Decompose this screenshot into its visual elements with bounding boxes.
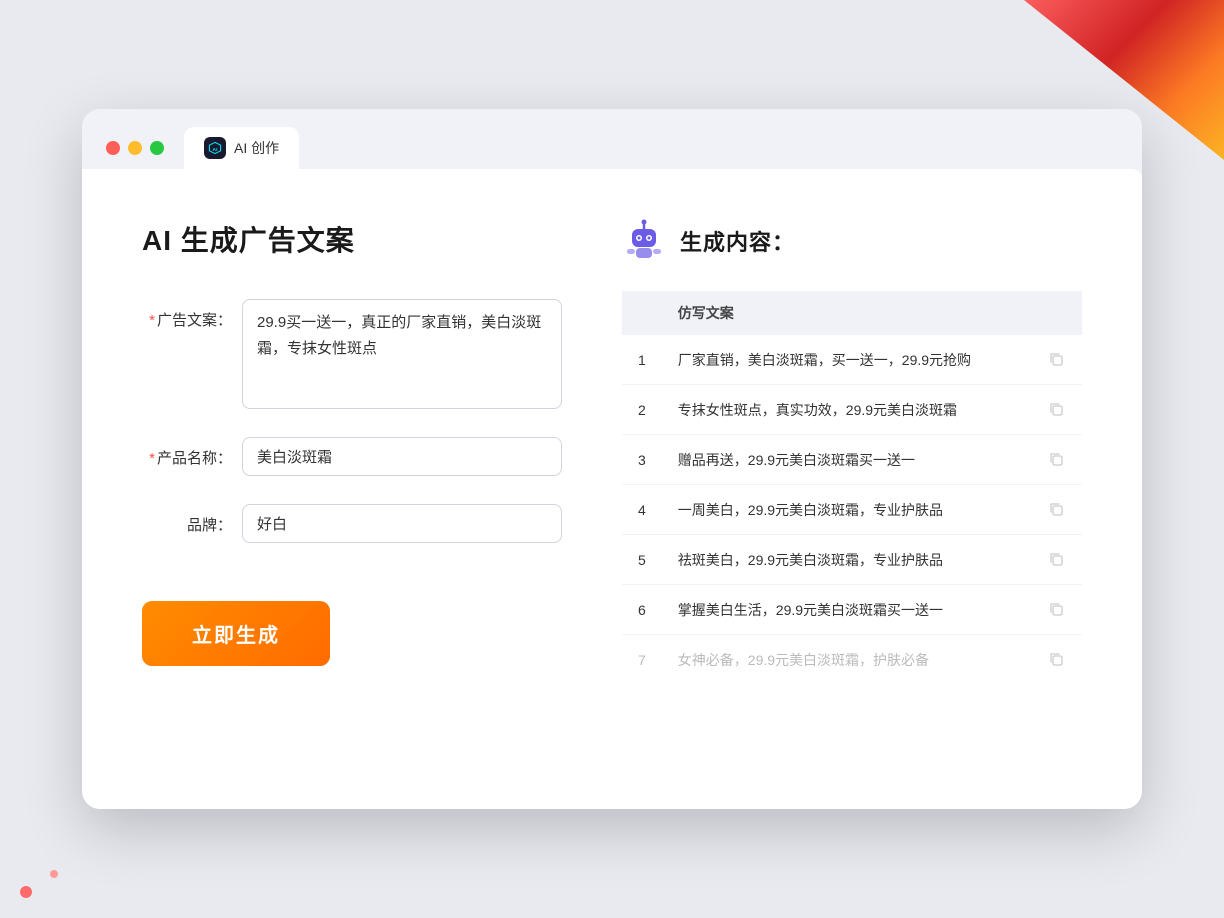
table-row: 3赠品再送，29.9元美白淡斑霜买一送一	[622, 435, 1082, 485]
copy-icon[interactable]	[1046, 449, 1066, 469]
table-row: 2专抹女性斑点，真实功效，29.9元美白淡斑霜	[622, 385, 1082, 435]
content-area: AI 生成广告文案 *广告文案： *产品名称： 品牌： 立即生成	[82, 169, 1142, 809]
row-copy-cell	[1030, 585, 1082, 635]
row-text: 祛斑美白，29.9元美白淡斑霜，专业护肤品	[662, 535, 1030, 585]
right-panel: 生成内容： 仿写文案 1厂家直销，美白淡斑霜，买一送一，29.9元抢购 2专抹女…	[622, 219, 1082, 749]
copy-icon[interactable]	[1046, 499, 1066, 519]
table-row: 5祛斑美白，29.9元美白淡斑霜，专业护肤品	[622, 535, 1082, 585]
table-row: 4一周美白，29.9元美白淡斑霜，专业护肤品	[622, 485, 1082, 535]
row-text: 专抹女性斑点，真实功效，29.9元美白淡斑霜	[662, 385, 1030, 435]
row-text: 掌握美白生活，29.9元美白淡斑霜买一送一	[662, 585, 1030, 635]
table-header-row: 仿写文案	[622, 291, 1082, 335]
col-text-header: 仿写文案	[662, 291, 1030, 335]
bg-decoration-bl	[0, 858, 60, 918]
robot-icon	[622, 219, 666, 263]
row-text: 一周美白，29.9元美白淡斑霜，专业护肤品	[662, 485, 1030, 535]
ad-copy-required: *	[149, 312, 155, 329]
product-name-group: *产品名称：	[142, 437, 562, 476]
copy-icon[interactable]	[1046, 399, 1066, 419]
ad-copy-label: *广告文案：	[142, 299, 232, 330]
ad-copy-group: *广告文案：	[142, 299, 562, 409]
ai-creation-tab[interactable]: AI AI 创作	[184, 127, 299, 169]
browser-window: AI AI 创作 AI 生成广告文案 *广告文案： *产品名称：	[82, 109, 1142, 809]
row-text: 厂家直销，美白淡斑霜，买一送一，29.9元抢购	[662, 335, 1030, 385]
ad-copy-input[interactable]	[242, 299, 562, 409]
copy-icon[interactable]	[1046, 349, 1066, 369]
row-copy-cell	[1030, 385, 1082, 435]
title-bar: AI AI 创作	[82, 109, 1142, 169]
tab-label: AI 创作	[234, 138, 279, 158]
table-row: 7女神必备，29.9元美白淡斑霜，护肤必备	[622, 635, 1082, 685]
row-copy-cell	[1030, 535, 1082, 585]
close-button[interactable]	[106, 141, 120, 155]
row-text: 赠品再送，29.9元美白淡斑霜买一送一	[662, 435, 1030, 485]
row-number: 1	[622, 335, 662, 385]
product-name-input[interactable]	[242, 437, 562, 476]
product-name-label: *产品名称：	[142, 437, 232, 468]
row-number: 2	[622, 385, 662, 435]
table-row: 6掌握美白生活，29.9元美白淡斑霜买一送一	[622, 585, 1082, 635]
result-table: 仿写文案 1厂家直销，美白淡斑霜，买一送一，29.9元抢购 2专抹女性斑点，真实…	[622, 291, 1082, 684]
row-copy-cell	[1030, 485, 1082, 535]
result-header: 生成内容：	[622, 219, 1082, 263]
product-name-required: *	[149, 450, 155, 467]
maximize-button[interactable]	[150, 141, 164, 155]
row-number: 7	[622, 635, 662, 685]
col-action-header	[1030, 291, 1082, 335]
col-num	[622, 291, 662, 335]
row-number: 5	[622, 535, 662, 585]
row-text: 女神必备，29.9元美白淡斑霜，护肤必备	[662, 635, 1030, 685]
copy-icon[interactable]	[1046, 649, 1066, 669]
row-copy-cell	[1030, 635, 1082, 685]
row-number: 6	[622, 585, 662, 635]
copy-icon[interactable]	[1046, 549, 1066, 569]
window-controls	[106, 141, 164, 155]
left-panel: AI 生成广告文案 *广告文案： *产品名称： 品牌： 立即生成	[142, 219, 562, 749]
brand-label: 品牌：	[142, 504, 232, 535]
generate-button[interactable]: 立即生成	[142, 601, 330, 666]
svg-text:AI: AI	[213, 147, 219, 153]
brand-input[interactable]	[242, 504, 562, 543]
result-title: 生成内容：	[680, 225, 795, 257]
row-number: 3	[622, 435, 662, 485]
row-copy-cell	[1030, 335, 1082, 385]
row-number: 4	[622, 485, 662, 535]
minimize-button[interactable]	[128, 141, 142, 155]
copy-icon[interactable]	[1046, 599, 1066, 619]
row-copy-cell	[1030, 435, 1082, 485]
table-row: 1厂家直销，美白淡斑霜，买一送一，29.9元抢购	[622, 335, 1082, 385]
page-title: AI 生成广告文案	[142, 219, 562, 259]
ai-tab-icon: AI	[204, 137, 226, 159]
brand-group: 品牌：	[142, 504, 562, 543]
